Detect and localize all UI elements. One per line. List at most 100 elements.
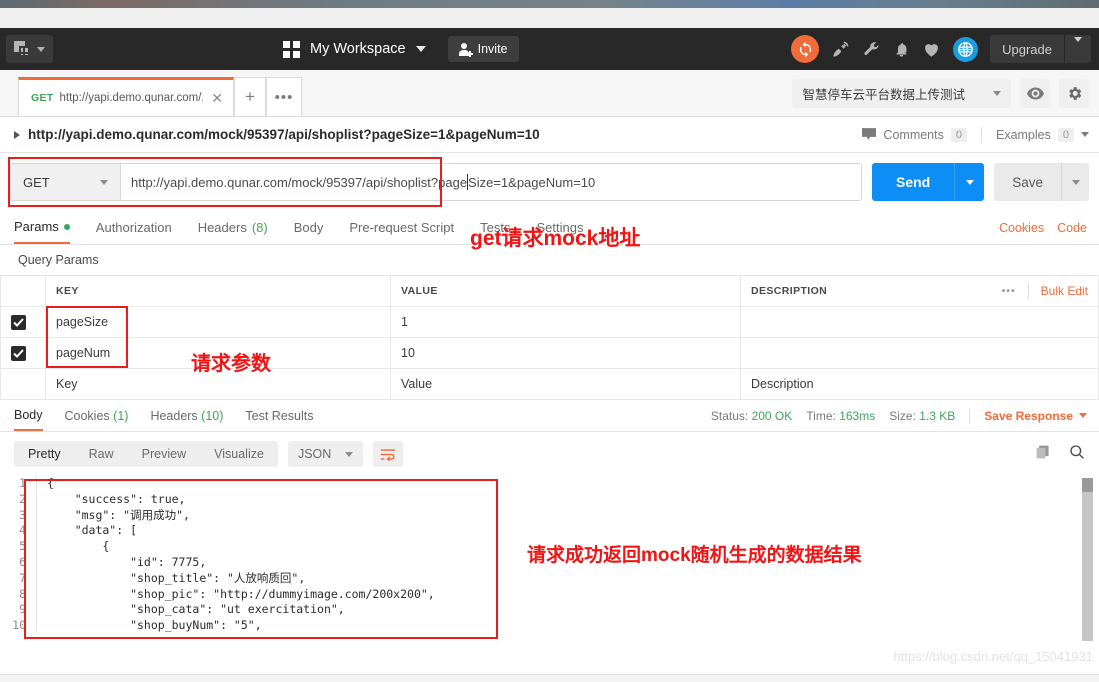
modified-dot-icon [64,224,70,230]
wrench-icon[interactable] [862,40,881,59]
line-text: "shop_buyNum": "5", [37,618,262,634]
view-mode-raw[interactable]: Raw [75,441,128,467]
tab-authorization[interactable]: Authorization [96,211,172,244]
send-button[interactable]: Send [872,163,954,201]
row-key[interactable]: pageSize [46,307,391,338]
save-response-label: Save Response [984,409,1073,423]
query-params-title: Query Params [0,245,1099,275]
open-request-tab[interactable]: GET http://yapi.demo.qunar.com/... ✕ [18,77,234,116]
new-button[interactable] [6,35,53,63]
line-number: 8 [0,587,36,603]
size-label: Size: [889,409,916,423]
chevron-down-icon [993,91,1001,96]
view-mode-visualize[interactable]: Visualize [200,441,278,467]
tab-settings[interactable]: Settings [536,211,583,244]
line-number: 10 [0,618,36,634]
line-text: "shop_pic": "http://dummyimage.com/200x2… [37,587,435,603]
environment-controls: 智慧停车云平台数据上传测试 [792,79,1089,108]
code-link[interactable]: Code [1057,221,1087,235]
new-value-input[interactable]: Value [391,369,741,400]
postman-window: My Workspace Invite [0,0,1099,682]
globe-avatar-icon[interactable] [953,37,978,62]
http-method-selector[interactable]: GET [10,163,120,201]
response-language-selector[interactable]: JSON [288,441,363,467]
url-input[interactable]: http://yapi.demo.qunar.com/mock/95397/ap… [120,163,862,201]
new-description-input[interactable]: Description [741,369,1099,400]
column-description-label: DESCRIPTION [751,285,827,297]
size-value: 1.3 KB [919,409,955,423]
response-tab-test-results[interactable]: Test Results [245,400,313,431]
select-all-cell [1,276,46,307]
bulk-edit-button[interactable]: Bulk Edit [1041,284,1088,298]
satellite-icon[interactable] [831,40,850,59]
new-key-input[interactable]: Key [46,369,391,400]
response-scrollbar-thumb[interactable] [1082,478,1093,492]
http-method-label: GET [23,175,50,190]
environment-quick-look-button[interactable] [1020,79,1050,108]
tab-headers[interactable]: Headers (8) [198,211,268,244]
response-tab-body[interactable]: Body [14,400,43,431]
response-view-modes: Pretty Raw Preview Visualize [14,441,278,467]
row-description[interactable] [741,307,1099,338]
tab-tests[interactable]: Tests [480,211,510,244]
environment-selector[interactable]: 智慧停车云平台数据上传测试 [792,79,1011,108]
save-response-button[interactable]: Save Response [984,409,1087,423]
bell-icon[interactable] [893,40,910,59]
tab-prerequest-script[interactable]: Pre-request Script [349,211,454,244]
new-tab-button[interactable]: + [234,77,266,116]
heart-icon[interactable] [922,40,941,59]
response-format-bar: Pretty Raw Preview Visualize JSON [0,432,1099,476]
copy-icon[interactable] [1035,444,1051,465]
row-checkbox-cell [1,369,46,400]
invite-button[interactable]: Invite [448,36,519,62]
status-value: 200 OK [752,409,793,423]
row-checkbox[interactable] [11,315,26,330]
row-value[interactable]: 1 [391,307,741,338]
row-checkbox[interactable] [11,346,26,361]
save-button[interactable]: Save [994,163,1061,201]
line-text: "shop_title": "人放响质回", [37,571,305,587]
tab-params[interactable]: Params [14,211,70,244]
code-line: 9 "shop_cata": "ut exercitation", [0,602,1099,618]
response-tab-headers[interactable]: Headers (10) [150,400,223,431]
response-scrollbar-track[interactable] [1082,492,1093,641]
examples-button[interactable]: Examples 0 [996,128,1089,142]
size-metric: Size: 1.3 KB [889,409,955,423]
examples-count: 0 [1058,128,1074,142]
desktop-top-strip-2 [0,8,1099,28]
line-number: 2 [0,492,36,508]
tab-more-button[interactable]: ••• [266,77,302,116]
row-description[interactable] [741,338,1099,369]
row-checkbox-cell [1,307,46,338]
status-bar [0,674,1099,682]
table-placeholder-row: Key Value Description [1,369,1099,400]
view-mode-pretty[interactable]: Pretty [14,441,75,467]
comment-icon [862,128,876,141]
send-options-button[interactable] [954,163,984,201]
chevron-down-icon [345,452,353,457]
chevron-down-icon[interactable] [1065,42,1091,57]
params-more-button[interactable]: ••• [1002,285,1016,297]
save-options-button[interactable] [1061,163,1089,201]
upgrade-button[interactable]: Upgrade [990,35,1091,63]
close-icon[interactable]: ✕ [209,90,225,107]
chevron-down-icon [37,47,45,52]
line-number: 6 [0,555,36,571]
column-value: VALUE [391,276,741,307]
wrap-lines-icon [380,448,396,461]
wrap-lines-button[interactable] [373,441,403,467]
response-tab-cookies[interactable]: Cookies (1) [65,400,129,431]
chevron-right-icon[interactable] [14,131,20,139]
row-value[interactable]: 10 [391,338,741,369]
search-icon[interactable] [1069,444,1085,465]
workspace-selector[interactable]: My Workspace Invite [283,28,519,70]
cookies-link[interactable]: Cookies [999,221,1044,235]
tab-params-label: Params [14,219,59,234]
view-mode-preview[interactable]: Preview [128,441,200,467]
sync-icon[interactable] [791,35,819,63]
row-key[interactable]: pageNum [46,338,391,369]
settings-gear-button[interactable] [1059,79,1089,108]
comments-button[interactable]: Comments 0 [862,128,967,142]
response-body-viewer[interactable]: 1{ 2 "success": true, 3 "msg": "调用成功", 4… [0,476,1099,641]
tab-body[interactable]: Body [294,211,324,244]
